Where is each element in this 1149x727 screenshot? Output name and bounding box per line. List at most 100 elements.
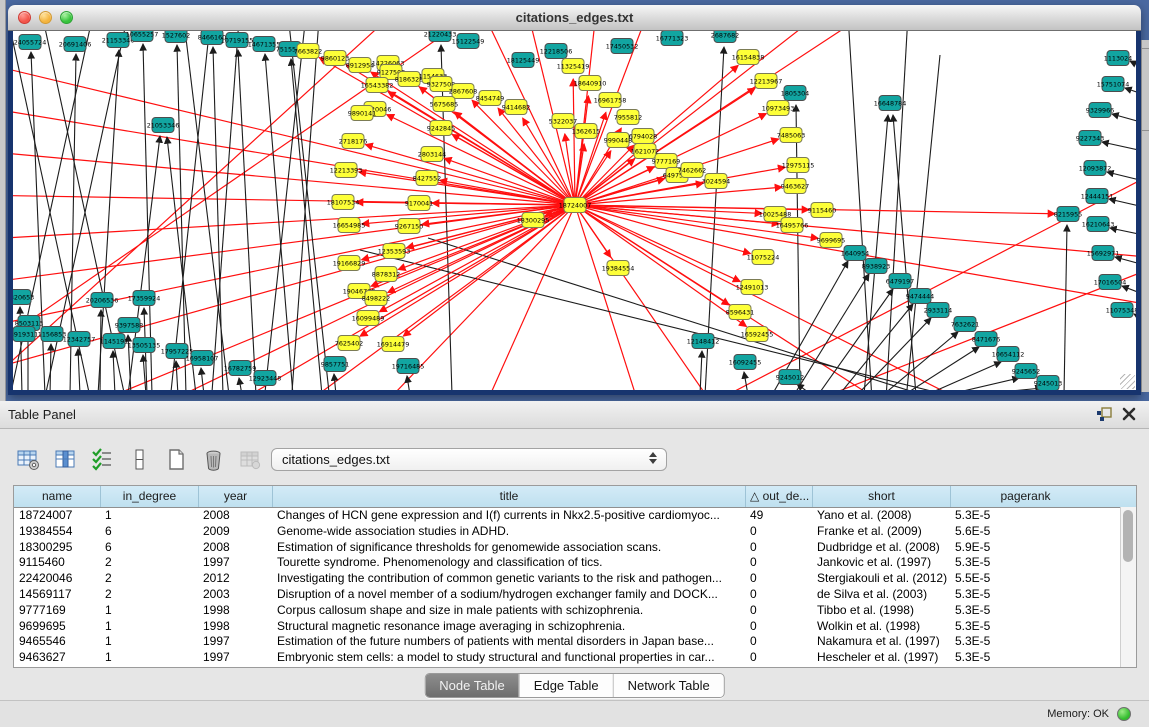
table-cell[interactable]: 19384554 bbox=[14, 524, 100, 540]
tab-edge-table[interactable]: Edge Table bbox=[519, 674, 613, 697]
table-cell[interactable]: 5.3E-5 bbox=[950, 650, 1100, 666]
network-edge[interactable] bbox=[387, 115, 575, 205]
network-node[interactable]: 8912954 bbox=[346, 58, 374, 73]
table-cell[interactable]: Tourette syndrome. Phenomenology and cla… bbox=[272, 555, 745, 571]
table-cell[interactable]: 6 bbox=[100, 524, 198, 540]
table-cell[interactable]: 0 bbox=[745, 587, 812, 603]
table-cell[interactable]: 1997 bbox=[198, 634, 272, 650]
network-node[interactable]: 16771323 bbox=[656, 31, 689, 46]
tab-network-table[interactable]: Network Table bbox=[613, 674, 724, 697]
network-node[interactable]: 21053346 bbox=[147, 118, 180, 133]
network-edge[interactable] bbox=[700, 351, 702, 390]
table-cell[interactable]: 1 bbox=[100, 619, 198, 635]
table-cell[interactable]: 5.5E-5 bbox=[950, 571, 1100, 587]
network-node[interactable]: 12491013 bbox=[736, 280, 769, 295]
network-node[interactable]: 1640954 bbox=[841, 246, 869, 261]
table-cell[interactable]: Nakamura et al. (1997) bbox=[812, 634, 950, 650]
column-header-in_degree[interactable]: in_degree bbox=[100, 486, 198, 507]
network-edge[interactable] bbox=[883, 332, 958, 390]
table-cell[interactable]: 2008 bbox=[198, 540, 272, 556]
network-edge[interactable] bbox=[1122, 286, 1136, 296]
network-node[interactable]: 24055724 bbox=[14, 35, 47, 50]
network-node[interactable]: 15751074 bbox=[1097, 77, 1130, 92]
network-node[interactable]: 9242845 bbox=[427, 121, 455, 136]
network-node[interactable]: 8596431 bbox=[726, 305, 754, 320]
table-cell[interactable]: 5.3E-5 bbox=[950, 555, 1100, 571]
network-node[interactable]: 9414682 bbox=[502, 100, 530, 115]
column-header-out_de[interactable]: △ out_de... bbox=[745, 486, 812, 507]
network-node[interactable]: 9227343 bbox=[1076, 131, 1104, 146]
table-cell[interactable]: 1 bbox=[100, 508, 198, 524]
table-cell[interactable]: Embryonic stem cells: a model to study s… bbox=[272, 650, 745, 666]
network-node[interactable]: 7955812 bbox=[614, 110, 642, 125]
table-cell[interactable]: 5.9E-5 bbox=[950, 540, 1100, 556]
network-node[interactable]: 13505135 bbox=[128, 338, 161, 353]
network-node[interactable]: 19716485 bbox=[392, 359, 425, 374]
network-edge[interactable] bbox=[360, 250, 1000, 390]
network-node[interactable]: 1113024 bbox=[1104, 51, 1132, 66]
network-node[interactable]: 9699695 bbox=[817, 233, 845, 248]
table-row[interactable]: 946554611997Estimation of the future num… bbox=[14, 634, 1136, 650]
table-cell[interactable]: 9699695 bbox=[14, 619, 100, 635]
table-row[interactable]: 911546021997Tourette syndrome. Phenomeno… bbox=[14, 555, 1136, 571]
table-cell[interactable]: 1 bbox=[100, 650, 198, 666]
network-edge[interactable] bbox=[1115, 257, 1136, 266]
table-row[interactable]: 977716911998Corpus callosum shape and si… bbox=[14, 603, 1136, 619]
network-edge[interactable] bbox=[50, 344, 51, 390]
network-edge[interactable] bbox=[1130, 61, 1136, 70]
table-row[interactable]: 2242004622012Investigating the contribut… bbox=[14, 571, 1136, 587]
table-cell[interactable]: 2008 bbox=[198, 508, 272, 524]
close-window-button[interactable] bbox=[18, 11, 31, 24]
table-row[interactable]: 1938455462009Genome-wide association stu… bbox=[14, 524, 1136, 540]
network-edge[interactable] bbox=[1107, 172, 1136, 182]
network-node[interactable]: 11075224 bbox=[747, 250, 780, 265]
network-node[interactable]: 12148412 bbox=[687, 334, 720, 349]
table-row[interactable]: 1456911722003Disruption of a novel membe… bbox=[14, 587, 1136, 603]
network-edge[interactable] bbox=[13, 60, 575, 205]
network-edge[interactable] bbox=[201, 368, 204, 390]
network-node[interactable]: 12342757 bbox=[63, 332, 96, 347]
network-node[interactable]: 12923448 bbox=[249, 371, 282, 386]
table-cell[interactable]: 2009 bbox=[198, 524, 272, 540]
network-edge[interactable] bbox=[100, 310, 101, 390]
table-cell[interactable]: 1998 bbox=[198, 619, 272, 635]
table-cell[interactable]: 0 bbox=[745, 571, 812, 587]
network-node[interactable]: 16154838 bbox=[732, 50, 765, 65]
network-node[interactable]: 3024594 bbox=[702, 174, 730, 189]
table-cell[interactable]: Investigating the contribution of common… bbox=[272, 571, 745, 587]
column-header-short[interactable]: short bbox=[812, 486, 950, 507]
table-cell[interactable]: Wolkin et al. (1998) bbox=[812, 619, 950, 635]
table-cell[interactable]: 5.6E-5 bbox=[950, 524, 1100, 540]
table-cell[interactable]: 0 bbox=[745, 619, 812, 635]
scrollbar-thumb[interactable] bbox=[1123, 510, 1133, 562]
table-cell[interactable]: 18724007 bbox=[14, 508, 100, 524]
network-node[interactable]: 17359924 bbox=[128, 291, 161, 306]
network-node[interactable]: 12353593 bbox=[378, 244, 411, 259]
network-edge[interactable] bbox=[213, 47, 223, 390]
network-node[interactable]: 9170041 bbox=[405, 196, 433, 211]
table-cell[interactable]: Stergiakouli et al. (2012) bbox=[812, 571, 950, 587]
network-node[interactable]: 16099489 bbox=[352, 311, 385, 326]
network-edge[interactable] bbox=[238, 50, 256, 390]
network-node[interactable]: 1527602 bbox=[162, 31, 190, 43]
network-node[interactable]: 8498222 bbox=[362, 291, 390, 306]
network-edge[interactable] bbox=[78, 349, 80, 390]
network-node[interactable]: 12444151 bbox=[1081, 189, 1114, 204]
table-cell[interactable]: 1997 bbox=[198, 650, 272, 666]
table-cell[interactable]: 0 bbox=[745, 603, 812, 619]
network-edge[interactable] bbox=[575, 205, 746, 326]
network-node[interactable]: 9329966 bbox=[1086, 103, 1114, 118]
table-cell[interactable]: Disruption of a novel member of a sodium… bbox=[272, 587, 745, 603]
network-node[interactable]: 18640910 bbox=[574, 76, 607, 91]
network-edge[interactable] bbox=[113, 351, 115, 390]
network-node[interactable]: 20691406 bbox=[59, 37, 92, 52]
network-node[interactable]: 9245012 bbox=[776, 370, 804, 385]
network-node[interactable]: 16654985 bbox=[333, 218, 366, 233]
network-node[interactable]: 15122549 bbox=[452, 34, 485, 49]
network-node[interactable]: 2718176 bbox=[339, 134, 367, 149]
network-edge[interactable] bbox=[575, 205, 729, 305]
network-node[interactable]: 8878312 bbox=[372, 267, 400, 282]
table-cell[interactable]: 0 bbox=[745, 650, 812, 666]
network-node[interactable]: 15692971 bbox=[1087, 246, 1120, 261]
table-cell[interactable]: 5.3E-5 bbox=[950, 508, 1100, 524]
